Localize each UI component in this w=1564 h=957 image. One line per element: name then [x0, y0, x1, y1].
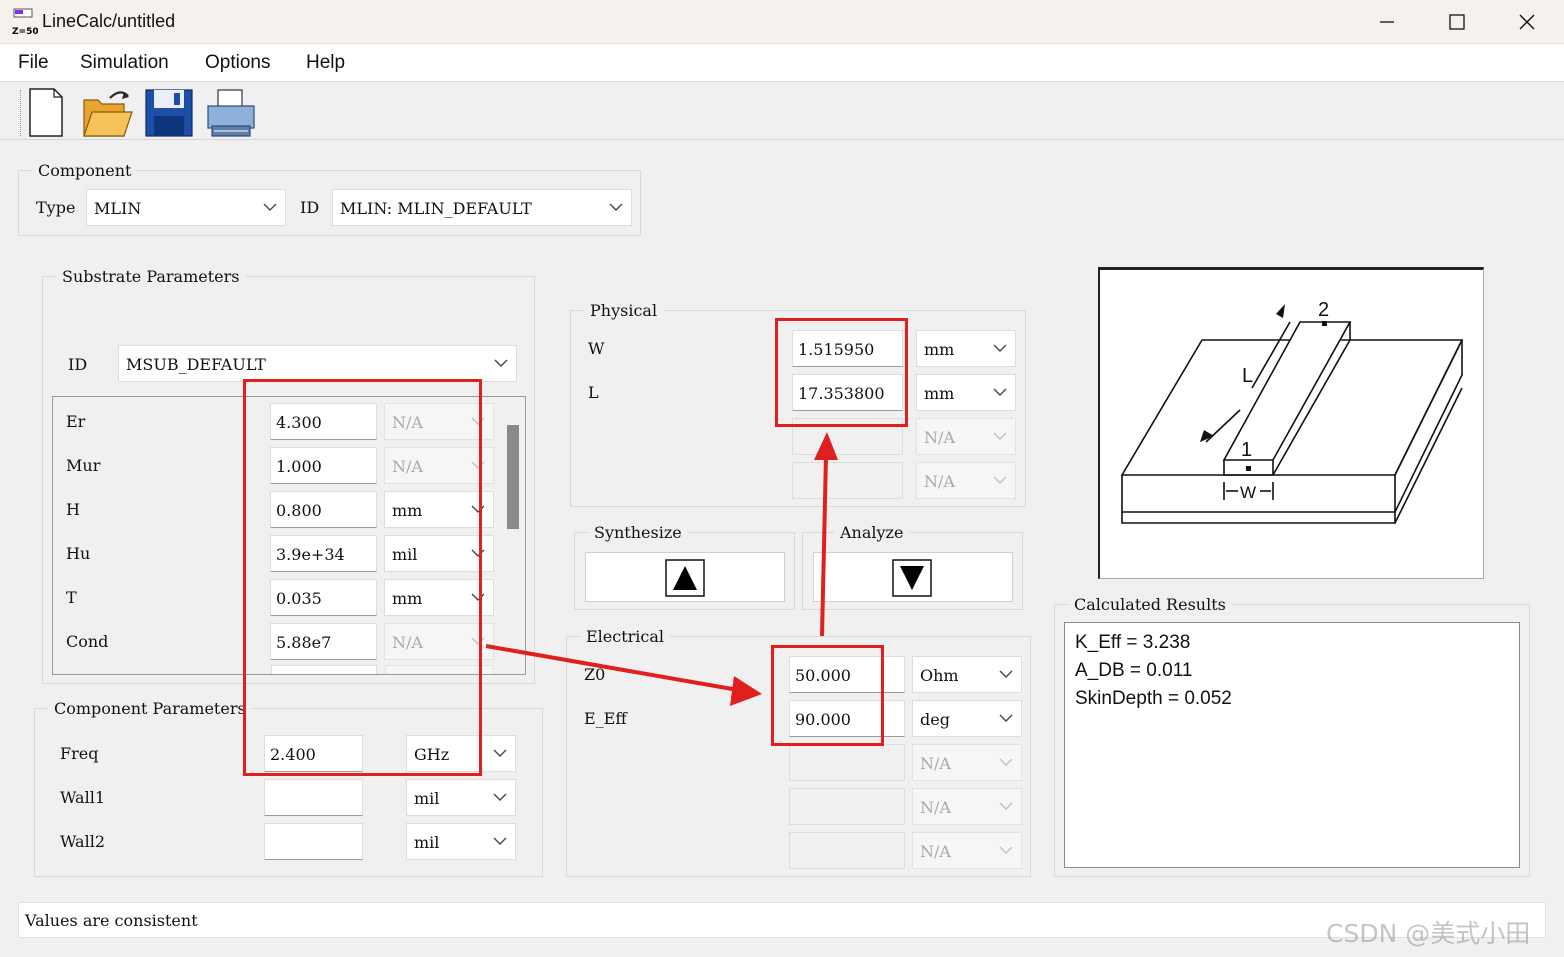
- annotation-arrows: [485, 432, 838, 706]
- watermark: CSDN @美式小田: [1326, 919, 1531, 948]
